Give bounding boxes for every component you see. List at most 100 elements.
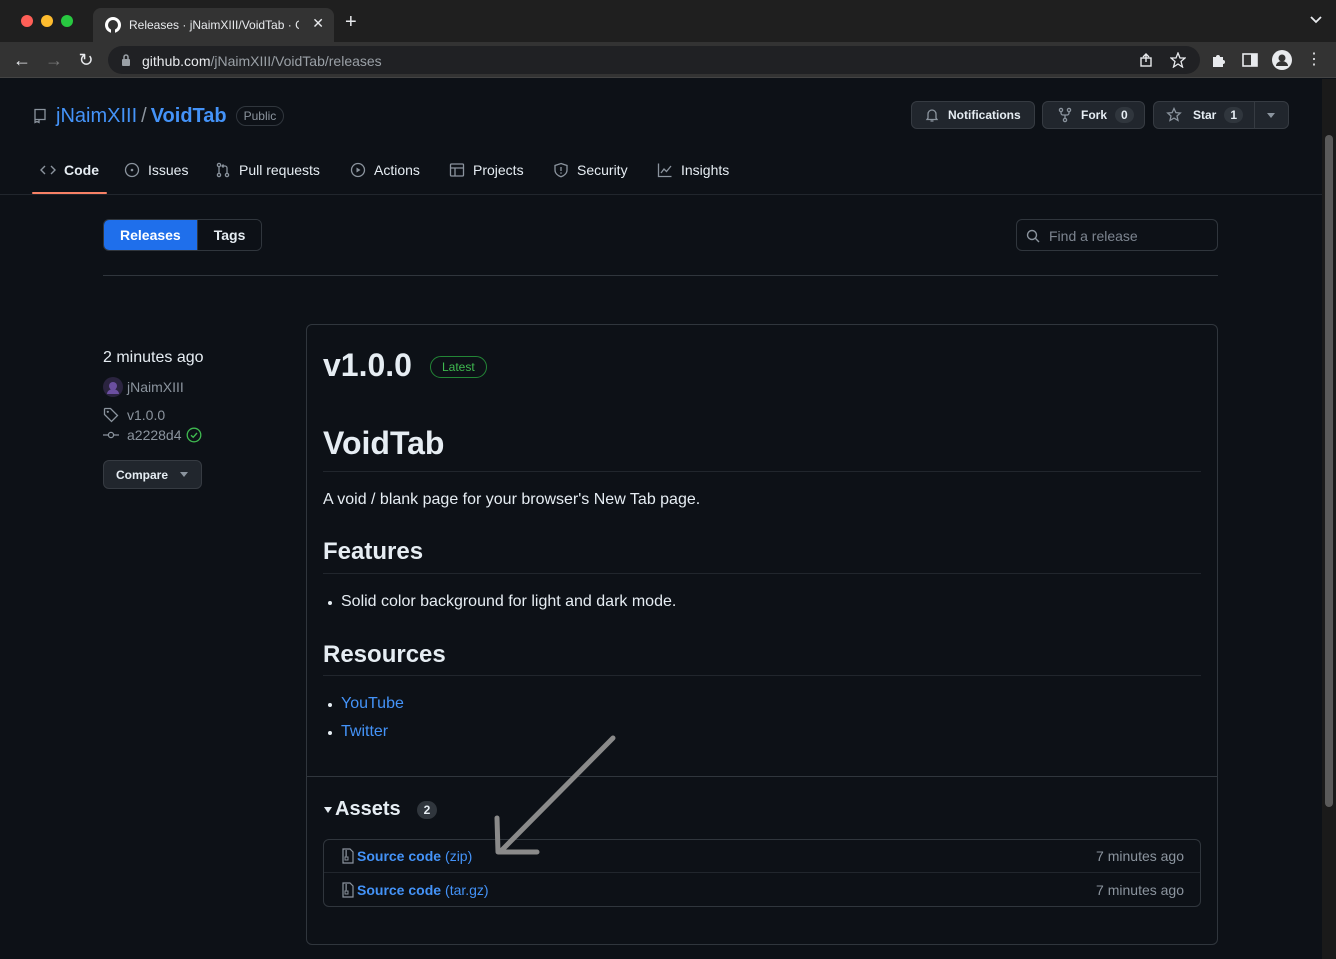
browser-menu-icon[interactable]: ⋮ bbox=[1306, 51, 1322, 69]
release-time: 2 minutes ago bbox=[103, 349, 204, 366]
close-tab-icon[interactable]: ✕ bbox=[312, 15, 324, 32]
minimize-window-button[interactable] bbox=[41, 15, 53, 27]
release-heading: VoidTab bbox=[323, 425, 445, 461]
asset-ext: (zip) bbox=[445, 848, 473, 864]
share-icon[interactable] bbox=[1139, 53, 1153, 67]
scrollbar-thumb[interactable] bbox=[1325, 135, 1333, 807]
release-search[interactable] bbox=[1016, 219, 1218, 251]
fork-label: Fork bbox=[1081, 108, 1108, 122]
repo-nav: Code Issues Pull requests Actions Projec… bbox=[0, 145, 1322, 195]
url-path: /jNaimXIII/VoidTab/releases bbox=[210, 53, 382, 69]
asset-time: 7 minutes ago bbox=[1096, 848, 1184, 864]
repo-owner-link[interactable]: jNaimXIII bbox=[56, 105, 137, 128]
repo-icon bbox=[34, 108, 46, 124]
forward-button[interactable]: → bbox=[44, 50, 64, 70]
file-zip-icon bbox=[342, 848, 354, 864]
fork-button[interactable]: Fork 0 bbox=[1042, 101, 1145, 129]
release-meta: 2 minutes ago jNaimXIII v1.0.0 a2228d4 bbox=[103, 349, 204, 443]
divider bbox=[103, 275, 1218, 276]
features-heading: Features bbox=[323, 538, 424, 565]
issue-icon bbox=[124, 162, 140, 178]
repo-name-link[interactable]: VoidTab bbox=[151, 105, 227, 128]
asset-row[interactable]: Source code (tar.gz) 7 minutes ago bbox=[324, 873, 1200, 906]
shield-icon bbox=[554, 162, 568, 178]
releases-tab-button[interactable]: Releases bbox=[104, 220, 197, 250]
tab-title: Releases · jNaimXIII/VoidTab · GitHub bbox=[129, 18, 299, 32]
reload-button[interactable]: ↻ bbox=[76, 50, 96, 70]
visibility-badge: Public bbox=[235, 106, 285, 126]
notifications-button[interactable]: Notifications bbox=[911, 101, 1035, 129]
release-tag-row[interactable]: v1.0.0 bbox=[103, 407, 204, 423]
side-panel-icon[interactable] bbox=[1242, 52, 1258, 68]
resources-heading: Resources bbox=[323, 641, 446, 668]
repo-header: jNaimXIII / VoidTab Public bbox=[32, 101, 285, 131]
release-search-input[interactable] bbox=[1049, 226, 1209, 246]
star-dropdown-caret-icon[interactable] bbox=[1267, 113, 1275, 119]
star-label: Star bbox=[1193, 108, 1217, 122]
bell-icon bbox=[925, 109, 939, 122]
url-domain: github.com bbox=[142, 53, 211, 69]
tags-tab-button[interactable]: Tags bbox=[196, 220, 262, 250]
address-bar[interactable]: github.com/jNaimXIII/VoidTab/releases bbox=[108, 46, 1200, 74]
extensions-icon[interactable] bbox=[1210, 52, 1226, 68]
twitter-link[interactable]: Twitter bbox=[341, 723, 388, 740]
new-tab-button[interactable]: + bbox=[345, 12, 357, 32]
latest-badge: Latest bbox=[430, 356, 487, 378]
star-button[interactable]: Star 1 bbox=[1153, 101, 1289, 129]
tab-pull-requests[interactable]: Pull requests bbox=[215, 158, 320, 182]
tab-actions[interactable]: Actions bbox=[350, 158, 420, 182]
browser-tab[interactable]: Releases · jNaimXIII/VoidTab · GitHub ✕ bbox=[93, 8, 334, 42]
resources-rule bbox=[323, 675, 1201, 676]
bookmark-star-icon[interactable] bbox=[1170, 52, 1186, 68]
profile-avatar-icon[interactable] bbox=[1272, 50, 1292, 70]
fork-count: 0 bbox=[1115, 107, 1134, 123]
tab-pull-requests-label: Pull requests bbox=[239, 162, 320, 178]
release-description: A void / blank page for your browser's N… bbox=[323, 491, 701, 508]
asset-row[interactable]: Source code (zip) 7 minutes ago bbox=[324, 840, 1200, 873]
search-icon bbox=[1026, 229, 1040, 243]
assets-heading: Assets bbox=[335, 798, 401, 820]
graph-icon bbox=[657, 163, 672, 178]
tab-issues-label: Issues bbox=[148, 162, 189, 178]
triangle-down-icon bbox=[324, 806, 332, 813]
tab-issues[interactable]: Issues bbox=[124, 158, 188, 182]
assets-separator bbox=[307, 776, 1217, 777]
tab-insights-label: Insights bbox=[681, 162, 730, 178]
tab-code[interactable]: Code bbox=[40, 158, 99, 182]
notifications-label: Notifications bbox=[948, 108, 1021, 122]
releases-tags-toggle: Releases Tags bbox=[103, 219, 263, 251]
youtube-link[interactable]: YouTube bbox=[341, 695, 404, 712]
asset-link[interactable]: Source code bbox=[357, 882, 441, 898]
active-tab-underline bbox=[32, 192, 107, 194]
close-window-button[interactable] bbox=[21, 15, 33, 27]
page-scrollbar[interactable] bbox=[1322, 79, 1336, 959]
star-divider bbox=[1254, 102, 1255, 128]
github-page: jNaimXIII / VoidTab Public Notifications… bbox=[0, 79, 1322, 959]
maximize-window-button[interactable] bbox=[61, 15, 73, 27]
play-icon bbox=[350, 162, 366, 178]
assets-list: Source code (zip) 7 minutes ago Source c… bbox=[323, 839, 1201, 907]
browser-toolbar: ← → ↻ github.com/jNaimXIII/VoidTab/relea… bbox=[0, 42, 1336, 78]
verified-check-icon bbox=[186, 427, 201, 443]
resource-item-twitter: Twitter bbox=[327, 723, 388, 741]
release-author-row[interactable]: jNaimXIII bbox=[103, 377, 204, 397]
github-logo-icon bbox=[105, 17, 121, 33]
tab-search-chevron-icon[interactable] bbox=[1310, 16, 1322, 24]
asset-ext: (tar.gz) bbox=[445, 881, 489, 898]
back-button[interactable]: ← bbox=[12, 50, 32, 70]
release-commit-row[interactable]: a2228d4 bbox=[103, 427, 204, 443]
tab-projects[interactable]: Projects bbox=[449, 158, 524, 182]
commit-icon bbox=[103, 431, 119, 439]
code-icon bbox=[40, 165, 56, 175]
release-commit: a2228d4 bbox=[127, 427, 182, 443]
features-rule bbox=[323, 573, 1201, 574]
tab-insights[interactable]: Insights bbox=[657, 158, 729, 182]
feature-item: Solid color background for light and dar… bbox=[327, 593, 677, 610]
assets-toggle[interactable]: Assets 2 bbox=[323, 798, 438, 821]
file-zip-icon bbox=[342, 881, 354, 898]
release-version[interactable]: v1.0.0 bbox=[323, 347, 412, 384]
tab-security[interactable]: Security bbox=[553, 158, 628, 182]
assets-count: 2 bbox=[416, 800, 438, 819]
compare-button[interactable]: Compare bbox=[103, 460, 202, 489]
asset-link[interactable]: Source code bbox=[357, 848, 441, 864]
